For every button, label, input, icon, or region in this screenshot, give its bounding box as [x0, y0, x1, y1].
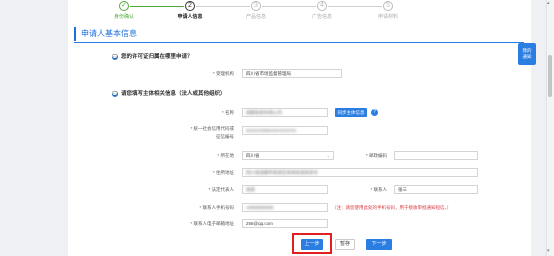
email-label: * 联系人电子邮箱地址 — [190, 221, 234, 226]
email-value: 256@qq.com — [246, 221, 273, 226]
step-number: 4 — [317, 1, 327, 11]
step-label: 身份确认 — [113, 14, 134, 20]
floating-notice-button[interactable]: 我的 通知 — [518, 43, 536, 65]
question-text: 请您填写主体相关信息（法人或其他组织） — [121, 91, 226, 97]
step-number: 5 — [383, 1, 393, 11]
step-materials: 5 申请材料 — [358, 1, 418, 20]
scroll-up-icon[interactable]: ▴ — [547, 0, 550, 6]
credit-code-input[interactable]: 91510100MA6XXXXXXX — [242, 126, 328, 135]
legal-rep-label: * 法定代表人 — [208, 187, 234, 192]
progress-stepper: ✓ 身份确认 2 申请人信息 3 产品信息 4 广告信息 5 申请材料 — [68, 0, 531, 22]
legal-rep-input[interactable]: 张某 — [242, 185, 328, 194]
question-text: 您的许可证归属在哪里申请？ — [121, 54, 193, 60]
postcode-label: * 邮政编码 — [365, 153, 387, 158]
contact-label: * 联系人 — [370, 187, 387, 192]
office-value: 四川省市场监督管理局 — [246, 71, 291, 76]
step-ad: 4 广告信息 — [292, 1, 352, 20]
name-label: * 名称 — [221, 110, 234, 115]
page: ✓ 身份确认 2 申请人信息 3 产品信息 4 广告信息 5 申请材料 申请人基… — [0, 0, 554, 256]
phone-input[interactable]: 18888888888 — [242, 203, 328, 212]
next-button[interactable]: 下一步 — [366, 239, 392, 250]
region-select[interactable]: 四川省 ⌄ — [242, 151, 334, 160]
name-value: 成都某某有限公司 — [246, 110, 282, 115]
check-icon: ✓ — [119, 1, 129, 11]
office-select[interactable]: 四川省市场监督管理局 — [242, 69, 342, 78]
step-number: 2 — [185, 1, 195, 11]
legal-rep-value: 张某 — [246, 187, 255, 192]
chat-icon: 💬 — [112, 90, 118, 97]
question-entity: 💬 请您填写主体相关信息（法人或其他组织） — [112, 89, 226, 97]
step-label: 产品信息 — [245, 14, 266, 20]
step-number: 3 — [251, 1, 261, 11]
step-product: 3 产品信息 — [226, 1, 286, 20]
credit-code-label: * 统一社会信用代码或 — [190, 126, 234, 131]
credit-code-value: 91510100MA6XXXXXXX — [246, 128, 297, 133]
address-input[interactable]: 四川省成都市某某区某某街道某某号 — [242, 168, 478, 177]
save-draft-button[interactable]: 暂存 — [335, 239, 355, 250]
step-applicant: 2 申请人信息 — [160, 1, 220, 20]
page-scrollbar[interactable] — [546, 0, 554, 256]
step-label: 申请人信息 — [177, 14, 203, 20]
step-identity: ✓ 身份确认 — [94, 1, 154, 20]
step-label: 申请材料 — [377, 14, 398, 20]
postcode-input[interactable] — [394, 151, 478, 160]
credit-code-label-2: 征信编号 — [216, 134, 234, 139]
name-input[interactable]: 成都某某有限公司 — [242, 108, 328, 117]
address-label: * 住所地址 — [212, 170, 234, 175]
region-value: 四川省 — [246, 153, 260, 158]
phone-label: * 联系人手机号码 — [199, 205, 234, 210]
email-input[interactable]: 256@qq.com — [242, 219, 328, 228]
fetch-entity-button[interactable]: 同步主体信息 — [335, 108, 367, 117]
scroll-down-icon[interactable]: ▾ — [547, 248, 550, 254]
question-office: 💬 您的许可证归属在哪里申请？ — [112, 52, 193, 60]
contact-input[interactable]: 张三 — [394, 185, 478, 194]
phone-value: 18888888888 — [246, 205, 274, 210]
highlight-box — [292, 233, 332, 254]
chevron-down-icon: ⌄ — [326, 153, 330, 158]
address-value: 四川省成都市某某区某某街道某某号 — [246, 170, 318, 175]
contact-value: 张三 — [398, 187, 407, 192]
float-line-2: 通知 — [522, 54, 532, 59]
region-label: * 所在地 — [217, 153, 234, 158]
scrollbar-thumb[interactable] — [548, 55, 552, 97]
section-title: 申请人基本信息 — [74, 27, 137, 41]
office-label: * 受理机构 — [212, 71, 234, 76]
step-label: 广告信息 — [311, 14, 332, 20]
section-divider — [74, 42, 524, 43]
application-form-panel: ✓ 身份确认 2 申请人信息 3 产品信息 4 广告信息 5 申请材料 申请人基… — [68, 0, 531, 256]
phone-hint: （注：请您使用此处的手机号码，用于接收审批通知短信。） — [332, 205, 452, 210]
help-icon[interactable]: ? — [371, 109, 378, 116]
chat-icon: 💬 — [112, 53, 118, 60]
